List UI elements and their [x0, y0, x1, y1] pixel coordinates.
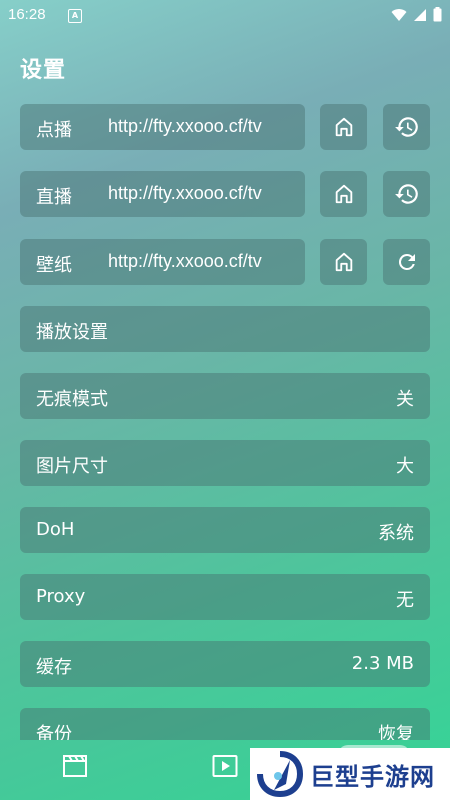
wallpaper-refresh-button[interactable] — [383, 239, 430, 285]
doh-value: 系统 — [378, 523, 414, 544]
watermark-text: 巨型手游网 — [310, 762, 435, 791]
status-bar: 16:28 A — [0, 0, 450, 32]
image-size-value: 大 — [396, 456, 414, 477]
live-home-button[interactable] — [320, 171, 367, 217]
wallpaper-source-url[interactable]: http://fty.xxooo.cf/tv — [108, 251, 298, 272]
wifi-icon — [391, 8, 407, 21]
battery-icon — [433, 7, 442, 22]
incognito-mode-row[interactable]: 无痕模式 关 — [20, 373, 430, 419]
doh-label: DoH — [36, 519, 75, 540]
doh-row[interactable]: DoH 系统 — [20, 507, 430, 553]
page-title: 设置 — [20, 58, 67, 83]
home-icon — [335, 184, 352, 204]
play-icon[interactable] — [212, 754, 238, 778]
cache-label: 缓存 — [36, 657, 72, 678]
image-size-label: 图片尺寸 — [36, 456, 108, 477]
cellular-signal-icon — [414, 8, 426, 21]
proxy-value: 无 — [396, 590, 414, 611]
refresh-icon — [398, 253, 415, 270]
home-icon — [335, 117, 352, 137]
proxy-label: Proxy — [36, 586, 86, 607]
vod-source-field[interactable]: 点播 http://fty.xxooo.cf/tv — [20, 104, 305, 150]
playback-settings-row[interactable]: 播放设置 — [20, 306, 430, 352]
live-source-url[interactable]: http://fty.xxooo.cf/tv — [108, 183, 298, 204]
wallpaper-source-label: 壁纸 — [36, 255, 72, 276]
vod-source-label: 点播 — [36, 120, 72, 141]
incognito-mode-value: 关 — [396, 389, 414, 410]
live-source-field[interactable]: 直播 http://fty.xxooo.cf/tv — [20, 171, 305, 217]
live-source-label: 直播 — [36, 187, 72, 208]
settings-screen: 16:28 A 设置 点播 http://fty.xxooo.cf/tv 直播 … — [0, 0, 450, 800]
image-size-row[interactable]: 图片尺寸 大 — [20, 440, 430, 486]
watermark-emblem-icon — [257, 751, 304, 798]
cache-row[interactable]: 缓存 2.3 MB — [20, 641, 430, 687]
status-indicators — [391, 7, 442, 22]
status-time: 16:28 — [8, 6, 46, 23]
clapperboard-icon[interactable] — [62, 754, 88, 778]
live-history-button[interactable] — [383, 171, 430, 217]
notification-badge-icon: A — [68, 9, 82, 23]
wallpaper-source-field[interactable]: 壁纸 http://fty.xxooo.cf/tv — [20, 239, 305, 285]
vod-history-button[interactable] — [383, 104, 430, 150]
vod-source-url[interactable]: http://fty.xxooo.cf/tv — [108, 116, 298, 137]
playback-settings-label: 播放设置 — [36, 322, 108, 343]
proxy-row[interactable]: Proxy 无 — [20, 574, 430, 620]
cache-value: 2.3 MB — [351, 653, 414, 674]
history-icon — [394, 117, 418, 137]
history-icon — [394, 184, 418, 204]
watermark-logo: 巨型手游网 — [250, 748, 450, 800]
wallpaper-home-button[interactable] — [320, 239, 367, 285]
vod-home-button[interactable] — [320, 104, 367, 150]
home-icon — [335, 252, 352, 272]
incognito-mode-label: 无痕模式 — [36, 389, 108, 410]
